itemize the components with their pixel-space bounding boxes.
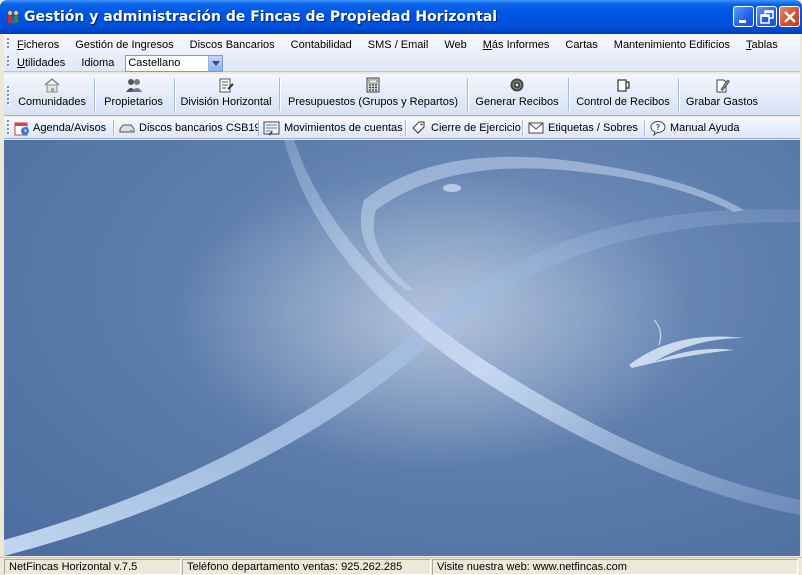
menu-item-sms-email[interactable]: SMS / Email: [360, 37, 437, 53]
language-select[interactable]: Castellano: [125, 54, 224, 72]
language-select-value: Castellano: [128, 56, 181, 69]
menu-bar: Ficheros Gestión de Ingresos Discos Bancar…: [4, 34, 800, 72]
toolbar-button-agenda-avisos[interactable]: Agenda/Avisos: [14, 120, 106, 136]
toolbar-grip-secondary[interactable]: [7, 120, 10, 136]
mdi-workspace[interactable]: [4, 140, 800, 556]
window-title: Gestión y administración de Fincas de Pr…: [24, 9, 498, 25]
menu-row-2: Utilidades Idioma Castellano: [17, 54, 224, 72]
tag-icon: [412, 121, 425, 134]
menu-item-ficheros[interactable]: Ficheros: [17, 37, 67, 53]
close-icon: [784, 11, 796, 23]
toolbar-label: Presupuestos (Grupos y Repartos): [288, 96, 458, 108]
minimize-button[interactable]: [733, 6, 754, 27]
menu-item-mas-informes[interactable]: Más Informes: [475, 37, 558, 53]
svg-text:?: ?: [656, 123, 661, 132]
language-select-arrow[interactable]: [208, 55, 223, 71]
menu-grip-row2[interactable]: [7, 56, 10, 68]
main-toolbar: Comunidades Propietarios División Horizo…: [4, 74, 800, 116]
pencil-page-icon: [716, 79, 730, 93]
menu-item-gestion-de-ingresos[interactable]: Gestión de Ingresos: [67, 37, 181, 53]
menu-item-idioma: Idioma: [81, 57, 115, 69]
disc-icon: [510, 78, 524, 92]
toolbar-button-division-horizontal[interactable]: División Horizontal: [180, 77, 272, 113]
menu-item-web[interactable]: Web: [436, 37, 474, 53]
toolbar-button-control-recibos[interactable]: Control de Recibos: [575, 77, 671, 113]
close-button[interactable]: [779, 6, 800, 27]
title-bar[interactable]: Gestión y administración de Fincas de Pr…: [0, 0, 802, 34]
app-icon: [7, 10, 19, 24]
toolbar-button-etiquetas-sobres[interactable]: Etiquetas / Sobres: [527, 120, 638, 136]
toolbar-label: Grabar Gastos: [685, 96, 759, 108]
restore-icon: [760, 10, 774, 24]
agenda-icon: [14, 122, 29, 136]
secondary-toolbar: Agenda/Avisos Discos bancarios CSB19 Mov…: [4, 117, 800, 139]
toolbar-button-grabar-gastos[interactable]: Grabar Gastos: [685, 77, 759, 113]
menu-item-utilidades[interactable]: Utilidades: [17, 55, 73, 71]
ledger-icon: [263, 121, 280, 136]
toolbar-label: Generar Recibos: [475, 96, 559, 108]
status-phone: Teléfono departamento ventas: 925.262.28…: [182, 559, 431, 575]
toolbar-label: Propietarios: [104, 96, 163, 108]
menu-item-cartas[interactable]: Cartas: [557, 37, 605, 53]
status-bar: NetFincas Horizontal v.7.5 Teléfono depa…: [0, 557, 802, 575]
menu-item-contabilidad[interactable]: Contabilidad: [283, 37, 360, 53]
toolbar-button-discos-csb19[interactable]: Discos bancarios CSB19: [118, 120, 261, 136]
toolbar-button-propietarios[interactable]: Propietarios: [101, 77, 166, 113]
menu-grip[interactable]: [7, 38, 10, 50]
menu-item-mantenimiento-edificios[interactable]: Mantenimiento Edificios: [606, 37, 738, 53]
toolbar-button-comunidades[interactable]: Comunidades: [17, 77, 87, 113]
toolbar-button-cierre-ejercicio[interactable]: Cierre de Ejercicio: [410, 120, 521, 136]
people-icon: [125, 79, 142, 92]
menu-item-discos-bancarios[interactable]: Discos Bancarios: [182, 37, 283, 53]
toolbar-button-movimientos-cuentas[interactable]: Movimientos de cuentas: [263, 120, 403, 136]
toolbar-button-manual-ayuda[interactable]: ? Manual Ayuda: [649, 120, 740, 136]
help-bubble-icon: ?: [650, 121, 666, 136]
toolbar-label: Etiquetas / Sobres: [548, 122, 638, 134]
document-edit-icon: [219, 78, 234, 93]
status-version: NetFincas Horizontal v.7.5: [4, 559, 181, 575]
restore-button[interactable]: [756, 6, 777, 27]
chevron-down-icon: [212, 60, 221, 66]
toolbar-label: Comunidades: [18, 96, 86, 108]
toolbar-label: Control de Recibos: [576, 96, 670, 108]
workspace-background-art: [4, 140, 800, 556]
minimize-icon: [739, 20, 746, 23]
status-web: Visite nuestra web: www.netfincas.com: [432, 559, 798, 575]
toolbar-label: Discos bancarios CSB19: [139, 122, 261, 134]
toolbar-button-generar-recibos[interactable]: Generar Recibos: [474, 77, 560, 113]
toolbar-label: Manual Ayuda: [670, 122, 740, 134]
toolbar-grip[interactable]: [7, 86, 10, 106]
toolbar-label: Agenda/Avisos: [33, 122, 107, 134]
toolbar-button-presupuestos[interactable]: Presupuestos (Grupos y Repartos): [287, 77, 459, 113]
drive-icon: [119, 124, 135, 133]
mug-icon: [617, 79, 630, 92]
envelope-icon: [528, 122, 544, 134]
toolbar-label: Movimientos de cuentas: [284, 122, 403, 134]
house-icon: [44, 78, 60, 93]
menu-item-tablas[interactable]: Tablas: [738, 37, 786, 53]
menu-row-1: Ficheros Gestión de Ingresos Discos Bancar…: [17, 37, 786, 53]
calculator-icon: [366, 77, 380, 93]
toolbar-label: Cierre de Ejercicio: [431, 122, 521, 134]
toolbar-label: División Horizontal: [180, 96, 272, 108]
